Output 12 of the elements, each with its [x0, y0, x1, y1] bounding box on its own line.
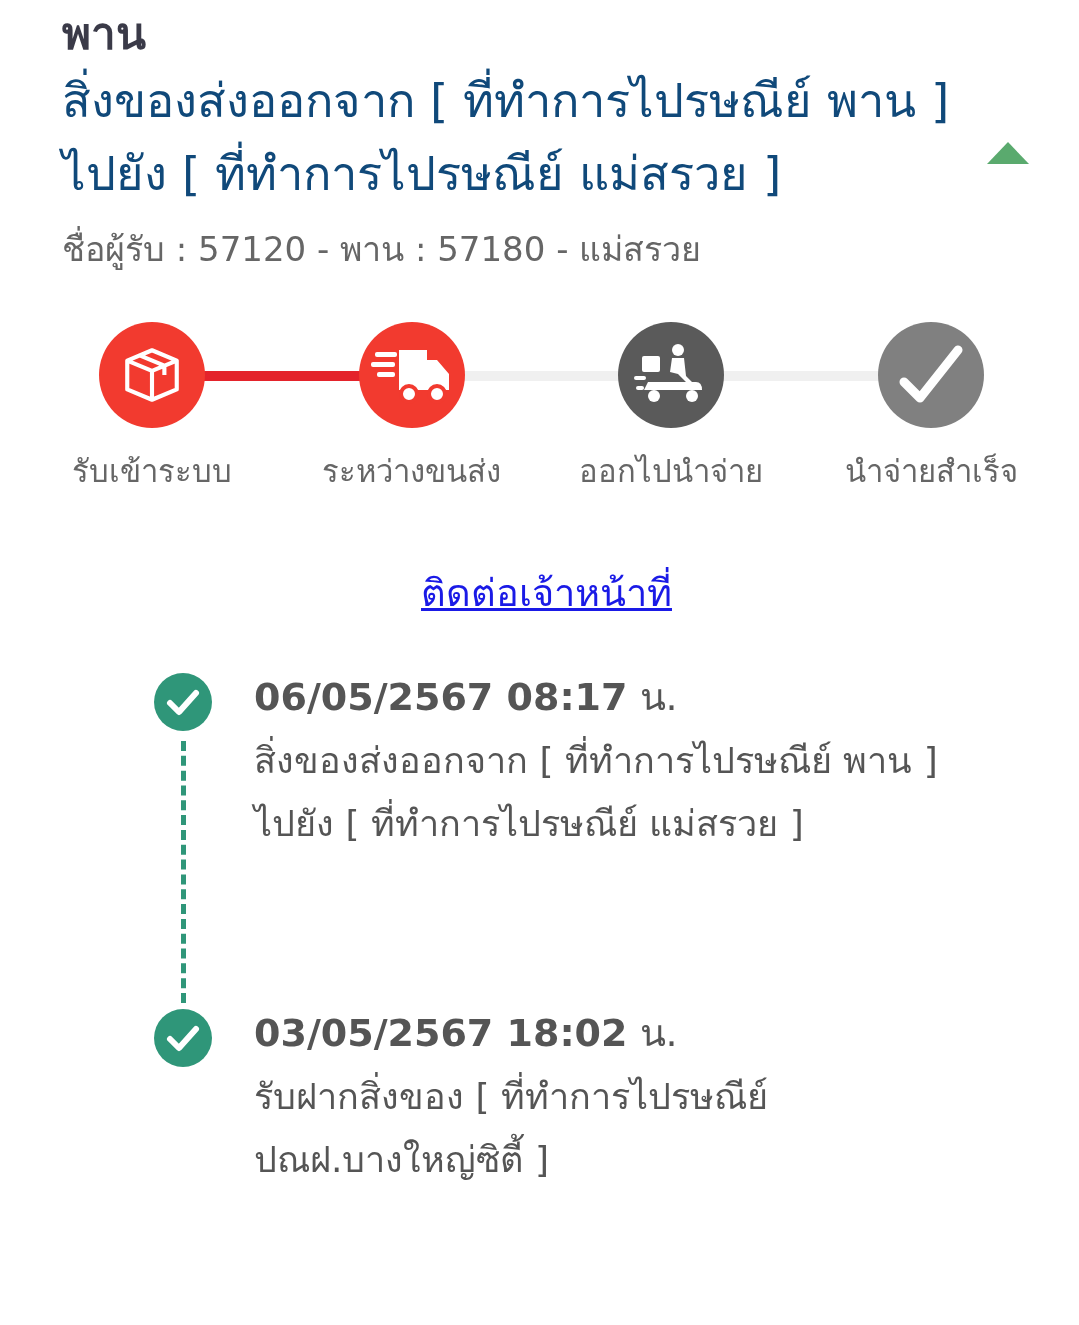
- collapse-icon[interactable]: [985, 140, 1031, 166]
- route-text: ชื่อผู้รับ : 57120 - พาน : 57180 - แม่สรวย: [62, 222, 1031, 277]
- event-time: 06/05/2567 08:17 น.: [254, 674, 679, 722]
- step-label: รับเข้าระบบ: [71, 452, 232, 492]
- step-label: นำจ่ายสำเร็จ: [844, 452, 1018, 492]
- step-label: ระหว่างขนส่ง: [322, 452, 502, 492]
- check-circle-icon: [154, 673, 212, 732]
- step-label: ออกไปนำจ่าย: [579, 452, 764, 492]
- branch-name: พาน: [62, 8, 147, 61]
- check-circle-icon: [154, 1009, 212, 1068]
- event-description: รับฝากสิ่งของ [ ที่ทำการไปรษณีย์ ปณฝ.บางใหญ่ซิตี้ ]: [254, 1064, 974, 1191]
- event-time: 03/05/2567 18:02 น.: [254, 1010, 679, 1058]
